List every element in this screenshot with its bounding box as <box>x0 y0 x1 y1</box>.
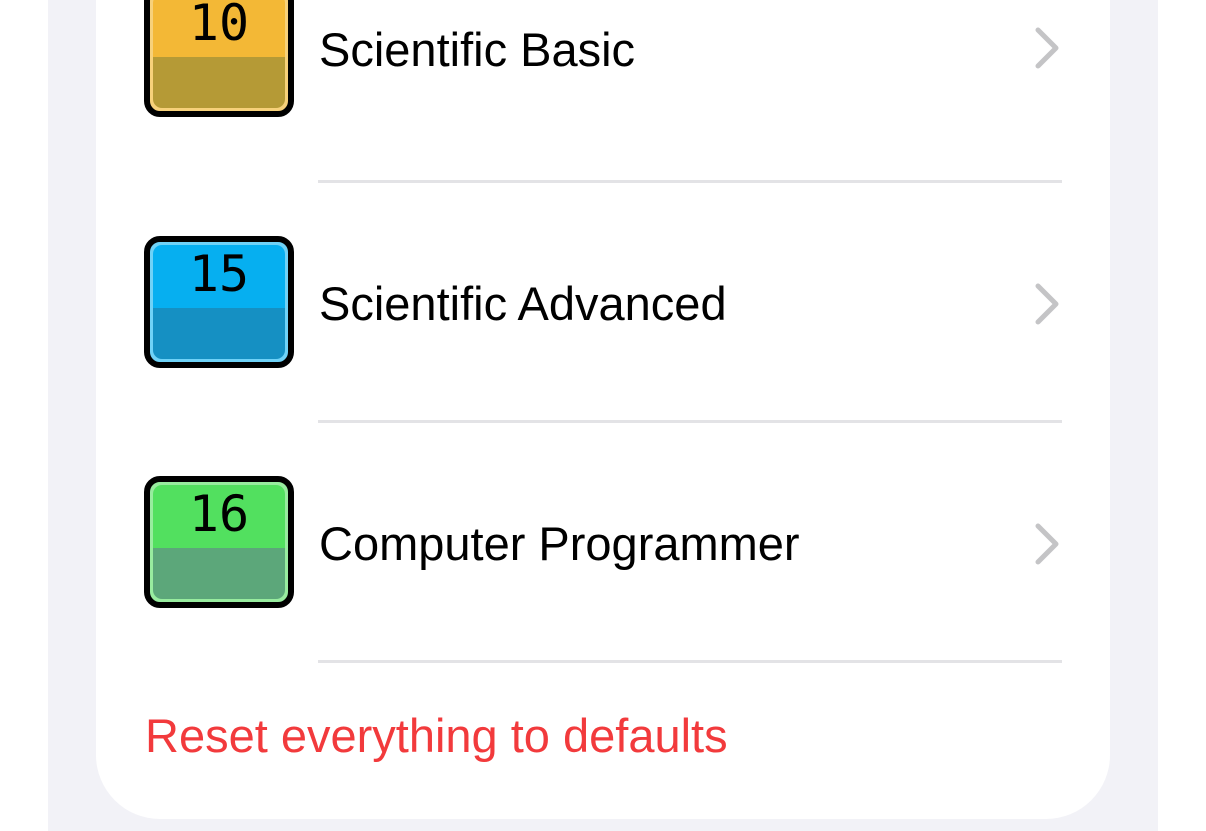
reset-defaults-button[interactable]: Reset everything to defaults <box>145 708 728 764</box>
chevron-right-icon <box>1035 283 1059 325</box>
list-item-label: Scientific Advanced <box>319 277 727 330</box>
list-item-scientific-advanced[interactable]: 15 Scientific Advanced <box>96 180 1110 420</box>
list-item-computer-programmer[interactable]: 16 Computer Programmer <box>96 420 1110 660</box>
calculator-badge-icon: 15 <box>144 236 294 368</box>
badge-number: 16 <box>188 485 250 543</box>
settings-screen: 10 Scientific Basic 15 Scientific Advanc… <box>0 0 1206 831</box>
badge-bottom <box>153 56 285 108</box>
chevron-right-icon <box>1035 523 1059 565</box>
badge-bottom <box>153 547 285 599</box>
badge-number: 15 <box>188 245 250 303</box>
calculator-badge-icon: 10 <box>144 0 294 117</box>
chevron-right-icon <box>1035 27 1059 69</box>
calculator-badge-icon: 16 <box>144 476 294 608</box>
badge-bottom <box>153 307 285 359</box>
list-item-label: Scientific Basic <box>319 23 636 76</box>
calculator-list-card: 10 Scientific Basic 15 Scientific Advanc… <box>96 0 1110 819</box>
list-item-scientific-basic[interactable]: 10 Scientific Basic <box>96 0 1110 180</box>
row-separator <box>318 660 1062 663</box>
list-item-label: Computer Programmer <box>319 517 800 570</box>
badge-number: 10 <box>188 0 250 52</box>
